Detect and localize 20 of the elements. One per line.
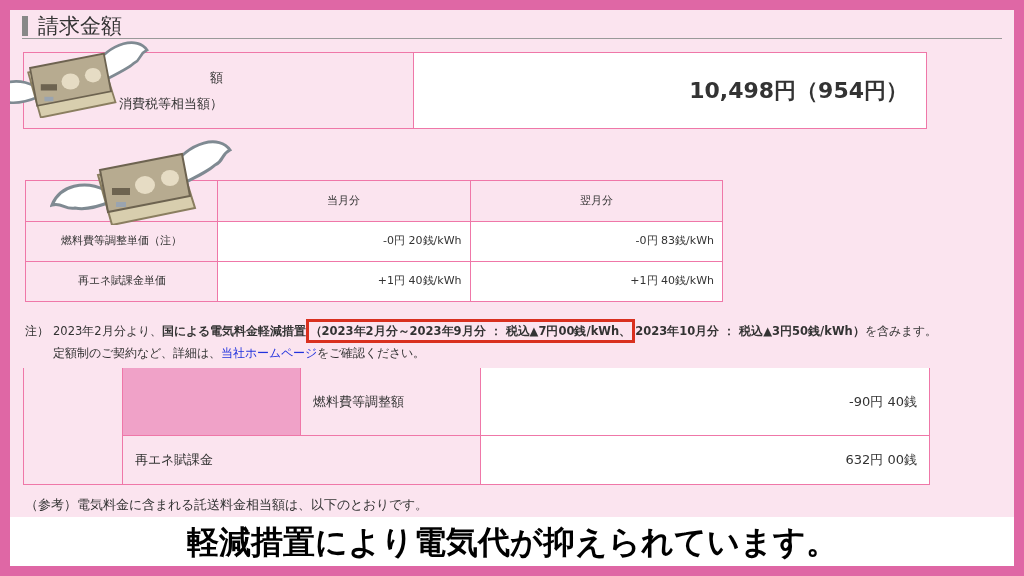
reference-text: （参考）電気料金に含まれる託送料金相当額は、以下のとおりです。 — [25, 496, 429, 514]
note-text: 2023年2月分より、国による電気料金軽減措置 （2023年2月分～2023年9月分 ： 税込▲7円00銭/kWh、 2023年10月分 ： 税込▲3円50銭/kWh）を含みます。 — [53, 320, 937, 342]
column-header: 翌月分 — [578, 192, 614, 209]
table-cell: -0円 83銭/kWh — [470, 222, 722, 261]
section-heading: 請求金額 — [38, 15, 122, 37]
heading-bar — [22, 16, 28, 36]
homepage-link[interactable]: 当社ホームページ — [221, 346, 317, 360]
table-cell: -0円 20銭/kWh — [218, 222, 471, 261]
subtitle-text: 軽減措置により電気代が抑えられています。 — [186, 521, 838, 563]
total-label: 消費税等相当額） — [119, 94, 223, 113]
total-amount: 10,498円（954円） — [689, 77, 908, 105]
table-cell: +1円 40銭/kWh — [470, 262, 722, 301]
note-mark: 注） — [25, 323, 50, 340]
table-cell: 632円 00銭 — [481, 436, 929, 484]
note-text: 定額制のご契約など、詳細は、当社ホームページをご確認ください。 — [53, 345, 426, 362]
table-cell: -90円 40銭 — [481, 368, 929, 435]
highlight-frame: （2023年2月分～2023年9月分 ： 税込▲7円00銭/kWh、 — [305, 319, 636, 343]
column-header: 当月分 — [218, 181, 471, 221]
table-cell: +1円 40銭/kWh — [218, 262, 471, 301]
total-label: 額 — [210, 69, 223, 87]
